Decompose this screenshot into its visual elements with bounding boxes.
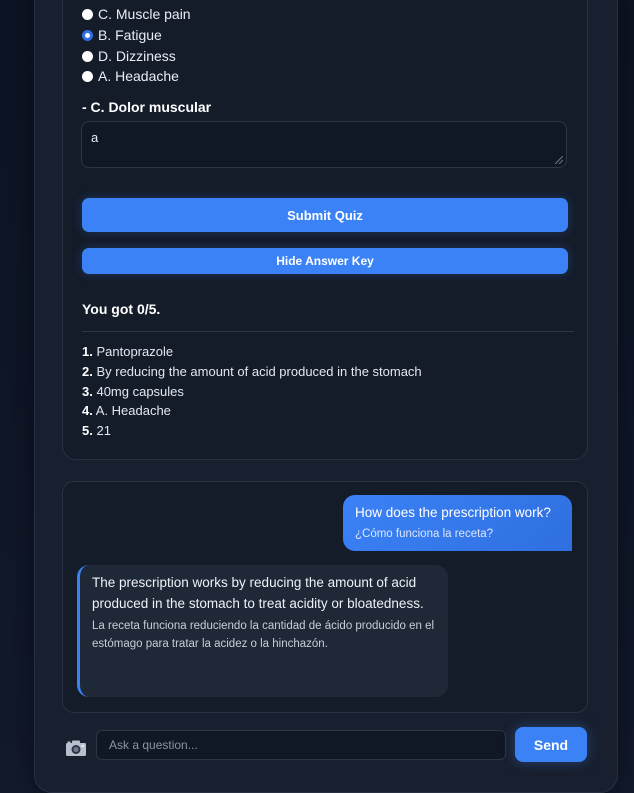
answer-key-text: Pantoprazole [96, 344, 174, 359]
radio-button[interactable] [82, 50, 93, 62]
answer-key-number: 4. [82, 403, 93, 418]
option-label: B. Fatigue [98, 27, 162, 43]
option-label: D. Dizziness [98, 48, 176, 64]
answer-key-item: 4. A. Headache [82, 403, 171, 418]
answer-key-text: By reducing the amount of acid produced … [96, 364, 422, 379]
answer-textarea[interactable]: a [81, 121, 567, 168]
quiz-option[interactable]: C. Muscle pain [82, 6, 191, 22]
answer-key-item: 5. 21 [82, 423, 111, 438]
answer-key-number: 3. [82, 384, 93, 399]
answer-key-item: 3. 40mg capsules [82, 384, 184, 399]
option-label: A. Headache [98, 68, 179, 84]
answer-key-number: 1. [82, 344, 93, 359]
answer-text: a [91, 130, 99, 145]
bot-message-translation: La receta funciona reduciendo la cantida… [92, 620, 435, 650]
question-input[interactable] [96, 730, 506, 760]
quiz-option[interactable]: A. Headache [82, 68, 179, 84]
quiz-option-selected[interactable]: B. Fatigue [82, 27, 162, 43]
user-message-bubble: How does the prescription work? ¿Cómo fu… [343, 495, 572, 551]
send-button[interactable]: Send [515, 727, 587, 762]
divider [82, 331, 574, 332]
answer-key-number: 5. [82, 423, 93, 438]
answer-key-text: A. Headache [95, 403, 171, 418]
bot-message-text: The prescription works by reducing the a… [92, 575, 424, 611]
camera-icon[interactable] [65, 739, 87, 757]
radio-button-selected[interactable] [82, 29, 93, 41]
option-label: C. Muscle pain [98, 6, 191, 22]
score-text: You got 0/5. [82, 301, 161, 317]
user-message-translation: ¿Cómo funciona la receta? [355, 528, 494, 540]
radio-button[interactable] [82, 70, 93, 82]
answer-key-item: 1. Pantoprazole [82, 344, 173, 359]
radio-button[interactable] [82, 8, 93, 20]
answer-key-text: 40mg capsules [96, 384, 184, 399]
bot-message-bubble: The prescription works by reducing the a… [77, 565, 448, 697]
resize-handle-icon[interactable] [555, 156, 563, 164]
answer-key-text: 21 [96, 423, 111, 438]
question-title: - C. Dolor muscular [82, 99, 212, 115]
user-message-text: How does the prescription work? [355, 505, 551, 520]
answer-key-number: 2. [82, 364, 93, 379]
answer-key-item: 2. By reducing the amount of acid produc… [82, 364, 422, 379]
submit-quiz-button[interactable]: Submit Quiz [82, 198, 568, 232]
hide-answer-key-button[interactable]: Hide Answer Key [82, 248, 568, 274]
quiz-option[interactable]: D. Dizziness [82, 48, 176, 64]
